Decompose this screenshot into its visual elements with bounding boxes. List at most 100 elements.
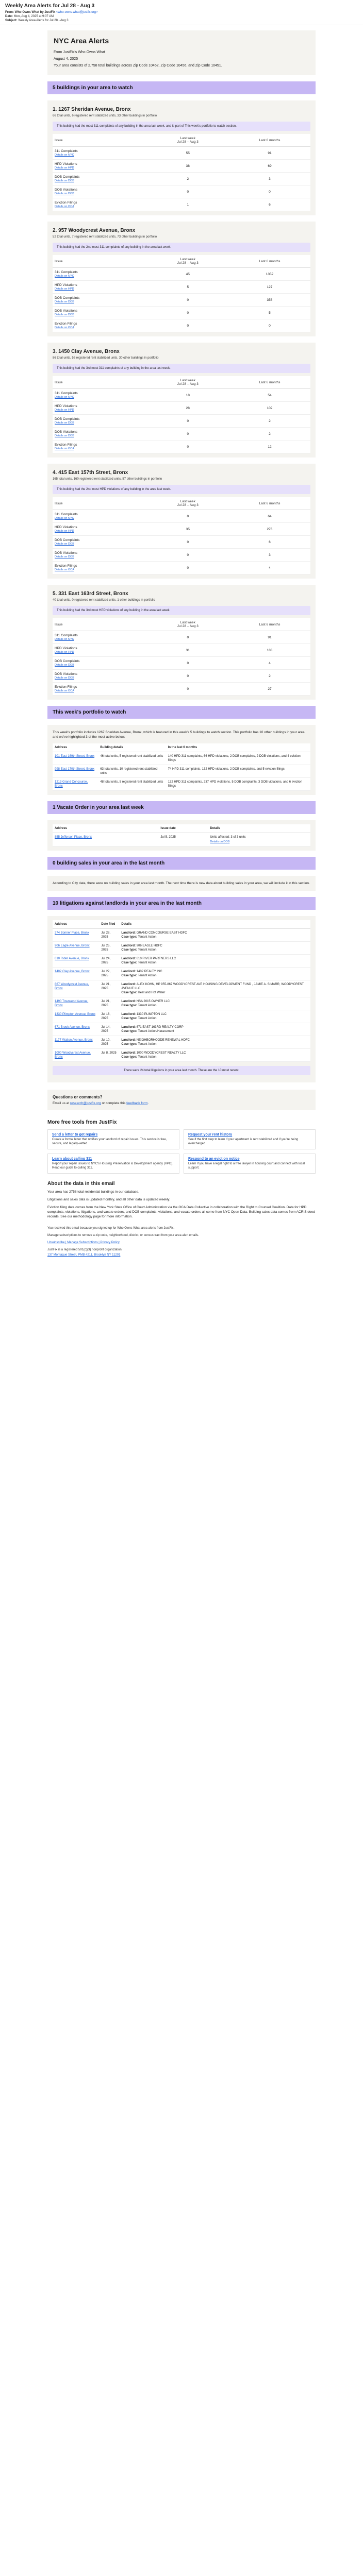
details-link[interactable]: Details on DOB: [55, 313, 145, 316]
feedback-form-link[interactable]: feedback form: [126, 1101, 147, 1105]
intro-area-text: Your area consists of 2,758 total buildi…: [54, 64, 222, 67]
lit-address-link[interactable]: 1490 Townsend Avenue, Bronx: [55, 1000, 88, 1007]
table-row: DOB Complaints Details on DOB 2 3: [53, 172, 310, 185]
details-link[interactable]: Details on DOB: [55, 179, 145, 182]
lit-case: Heat and Hot Water: [138, 991, 166, 994]
case-label: Case type:: [121, 1030, 138, 1033]
email-header: Weekly Area Alerts for Jul 28 - Aug 3 Fr…: [0, 0, 363, 25]
lit-address-link[interactable]: 906 Eagle Avenue, Bronx: [55, 944, 90, 947]
email-link[interactable]: research@justfix.org: [70, 1101, 101, 1105]
details-link[interactable]: Details on DOB: [55, 421, 145, 425]
details-link[interactable]: Details on DOB: [55, 300, 145, 303]
building-callout: This building had the most 311 complaint…: [53, 122, 310, 131]
details-link[interactable]: Details on DOB: [55, 434, 145, 437]
vacate-details-link[interactable]: Details on DOB: [210, 840, 308, 844]
details-link[interactable]: Details on HPD: [55, 651, 145, 654]
details-link[interactable]: Details on DOB: [55, 676, 145, 680]
lit-address-link[interactable]: 671 Brook Avenue, Bronx: [55, 1026, 90, 1029]
tools-grid: Send a letter to get repairs Create a for…: [47, 1129, 316, 1174]
portfolio-address-link[interactable]: 998 East 170th Street, Bronx: [55, 768, 94, 771]
lit-address-link[interactable]: 867 Woodycrest Avenue, Bronx: [55, 983, 89, 990]
table-row: 906 Eagle Avenue, Bronx Jul 25, 2025 Landl…: [53, 941, 310, 955]
lit-date: Jul 21, 2025: [99, 997, 120, 1010]
col-last-week-l1: Last week: [180, 258, 195, 261]
tool-card[interactable]: Respond to an eviction notice Learn if yo…: [184, 1154, 316, 1174]
details-link[interactable]: Details on NYC: [55, 154, 145, 157]
vacate-address-link[interactable]: 855 Jefferson Place, Bronx: [55, 836, 92, 839]
legal-address[interactable]: 137 Montague Street, PMB #211, Brooklyn …: [47, 1253, 120, 1257]
last-6-months-value: 1352: [228, 267, 310, 281]
details-link[interactable]: Details on OCA: [55, 447, 145, 450]
table-row: Eviction Filings Details on OCA 0 12: [53, 440, 310, 453]
intro-card: NYC Area Alerts From JustFix's Who Owns …: [47, 30, 316, 75]
lit-landlord: 1330 PLIMPTON LLC: [136, 1013, 167, 1016]
issue-label: 311 Complaints: [55, 270, 78, 274]
portfolio-banner: This week's portfolio to watch: [47, 706, 316, 719]
tool-card[interactable]: Learn about calling 311 Report your repai…: [47, 1154, 179, 1174]
details-link[interactable]: Details on HPD: [55, 530, 145, 533]
last-week-value: 1: [146, 198, 229, 211]
last-6-months-value: 4: [228, 656, 310, 670]
col-last-week-l1: Last week: [180, 500, 195, 503]
from-address-link[interactable]: <who-owns-what@justfix.org>: [56, 11, 97, 14]
building-title: 1. 1267 Sheridan Avenue, Bronx: [53, 107, 131, 112]
details-link[interactable]: Details on DOB: [55, 192, 145, 195]
legal-links[interactable]: Unsubscribe | Manage Subscriptions | Pri…: [47, 1241, 120, 1244]
details-link[interactable]: Details on HPD: [55, 409, 145, 412]
details-link[interactable]: Details on OCA: [55, 205, 145, 208]
tool-title[interactable]: Learn about calling 311: [52, 1157, 175, 1161]
details-link[interactable]: Details on HPD: [55, 287, 145, 291]
details-link[interactable]: Details on NYC: [55, 517, 145, 520]
last-6-months-value: 2: [228, 427, 310, 440]
issue-label: HPD Violations: [55, 647, 77, 650]
subject-value: Weekly Area Alerts for Jul 28 - Aug 3: [18, 19, 69, 22]
tool-title[interactable]: Respond to an eviction notice: [188, 1157, 311, 1161]
issue-label: 311 Complaints: [55, 392, 78, 395]
details-link[interactable]: Details on NYC: [55, 396, 145, 399]
col-last-week: Last week Jul 28 – Aug 3: [146, 376, 229, 389]
table-row: 671 Brook Avenue, Bronx Jul 14, 2025 Landl…: [53, 1023, 310, 1036]
portfolio-address-link[interactable]: 101 East 169th Street, Bronx: [55, 755, 94, 758]
issue-label: Eviction Filings: [55, 443, 77, 447]
details-link[interactable]: Details on OCA: [55, 568, 145, 571]
table-row: 1213 Grand Concourse, Bronx 48 total uni…: [53, 777, 310, 791]
tool-title[interactable]: Send a letter to get repairs: [52, 1133, 175, 1137]
lit-landlord: GRAND CONCOURSE EAST HDFC: [136, 931, 187, 935]
details-link[interactable]: Details on NYC: [55, 638, 145, 641]
stats-table: Issue Last week Jul 28 – Aug 3 Last 6 month…: [53, 618, 310, 696]
last-6-months-value: 0: [228, 319, 310, 332]
building-subtitle: 40 total units, 0 registered rent stabil…: [53, 599, 155, 602]
last-6-months-value: 6: [228, 535, 310, 549]
landlord-label: Landlord:: [121, 1052, 137, 1055]
last-6-months-value: 91: [228, 631, 310, 644]
lit-address-link[interactable]: 1177 Walton Avenue, Bronx: [55, 1039, 93, 1042]
tool-card[interactable]: Send a letter to get repairs Create a for…: [47, 1129, 179, 1149]
lit-address-link[interactable]: 1330 Plimpton Avenue, Bronx: [55, 1013, 95, 1016]
tool-card[interactable]: Request your rent history See if the firs…: [184, 1129, 316, 1149]
portfolio-address-link[interactable]: 1213 Grand Concourse, Bronx: [55, 781, 88, 788]
lit-address-link[interactable]: 1402 Clay Avenue, Bronx: [55, 970, 90, 973]
table-row: DOB Violations Details on DOB 0 2: [53, 669, 310, 683]
lit-address-link[interactable]: 274 Bonner Place, Bronx: [55, 931, 89, 935]
intro-from-line: From JustFix's Who Owns What: [54, 50, 105, 54]
lit-date: Jul 10, 2025: [99, 1036, 120, 1049]
details-link[interactable]: Details on NYC: [55, 275, 145, 278]
landlord-label: Landlord:: [121, 944, 137, 947]
issue-label: DOB Complaints: [55, 175, 80, 179]
issue-label: Eviction Filings: [55, 201, 77, 205]
details-link[interactable]: Details on OCA: [55, 326, 145, 329]
details-link[interactable]: Details on OCA: [55, 689, 145, 692]
details-link[interactable]: Details on HPD: [55, 166, 145, 170]
col-last-week-l1: Last week: [180, 621, 195, 624]
lit-address-link[interactable]: 1000 Woodycrest Avenue, Bronx: [55, 1052, 91, 1059]
lit-address-link[interactable]: 610 Rider Avenue, Bronx: [55, 957, 89, 960]
issue-label: HPD Violations: [55, 283, 77, 287]
last-week-value: 5: [146, 280, 229, 294]
buildings-list: 1. 1267 Sheridan Avenue, Bronx 66 total u…: [47, 100, 316, 700]
details-link[interactable]: Details on DOB: [55, 664, 145, 667]
col-issue: Issue: [53, 255, 147, 268]
vacate-header-date: Issue date: [158, 824, 208, 833]
details-link[interactable]: Details on DOB: [55, 543, 145, 546]
details-link[interactable]: Details on DOB: [55, 555, 145, 558]
tool-title[interactable]: Request your rent history: [188, 1133, 311, 1137]
